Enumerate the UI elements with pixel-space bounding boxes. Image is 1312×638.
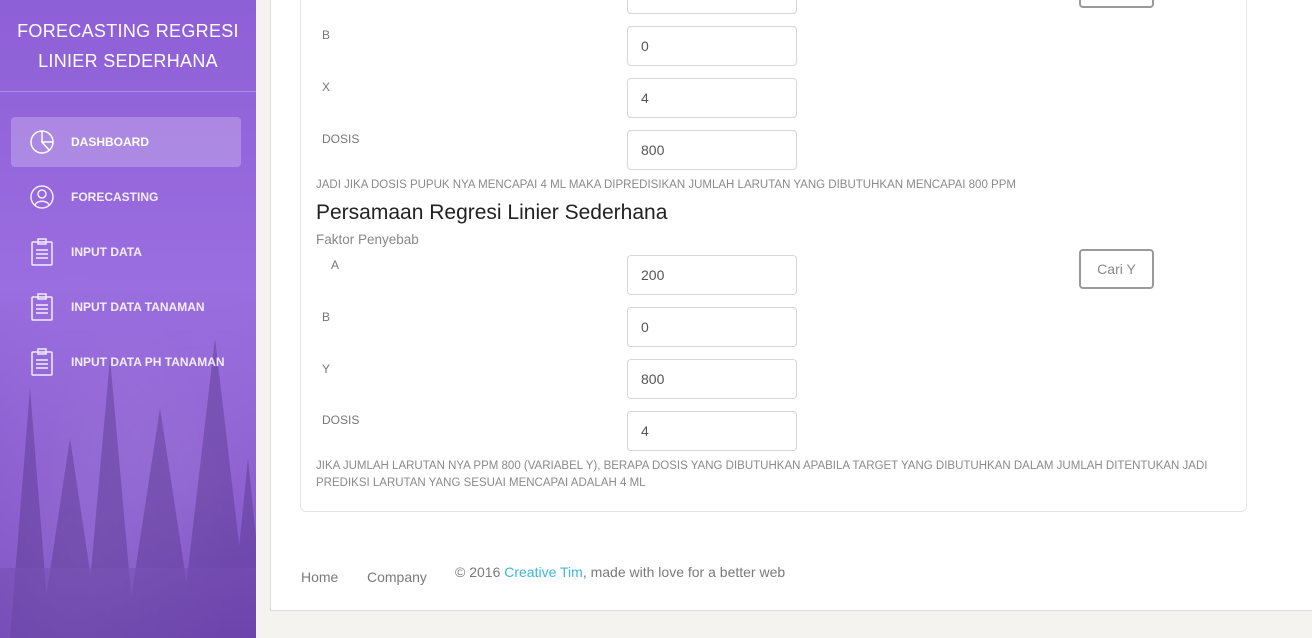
top-partial-input[interactable] bbox=[627, 0, 797, 14]
sidebar-item-input-data-ph-tanaman[interactable]: INPUT DATA PH TANAMAN bbox=[11, 337, 241, 387]
sidebar-item-label: INPUT DATA TANAMAN bbox=[71, 300, 205, 314]
copyright-suffix: , made with love for a better web bbox=[582, 564, 786, 580]
brand-line-1: FORECASTING REGRESI bbox=[17, 21, 239, 41]
brand-logo[interactable]: FORECASTING REGRESI LINIER SEDERHANA bbox=[0, 0, 256, 92]
field-a-input[interactable]: 200 bbox=[627, 255, 797, 295]
field-label-dosis: DOSIS bbox=[322, 132, 360, 146]
sidebar-item-dashboard[interactable]: DASHBOARD bbox=[11, 117, 241, 167]
field-x-input[interactable]: 4 bbox=[627, 78, 797, 118]
top-partial-button[interactable] bbox=[1079, 0, 1154, 8]
section-title: Persamaan Regresi Linier Sederhana bbox=[316, 201, 668, 224]
field-dosis-input[interactable]: 800 bbox=[627, 130, 797, 170]
result-note-2-line-1: JIKA JUMLAH LARUTAN NYA PPM 800 (VARIABE… bbox=[316, 460, 1208, 472]
sidebar: FORECASTING REGRESI LINIER SEDERHANA DAS… bbox=[0, 0, 256, 638]
field-label-x: X bbox=[322, 80, 331, 94]
field-dosis2-input[interactable]: 4 bbox=[627, 411, 797, 451]
field-label-a: A bbox=[331, 258, 340, 272]
cari-y-button[interactable]: Cari Y bbox=[1079, 249, 1154, 289]
sidebar-item-input-data-tanaman[interactable]: INPUT DATA TANAMAN bbox=[11, 282, 241, 332]
sidebar-item-input-data[interactable]: INPUT DATA bbox=[11, 227, 241, 277]
field-label-b: B bbox=[322, 310, 331, 324]
field-label-dosis: DOSIS bbox=[322, 413, 360, 427]
result-note-1: JADI JIKA DOSIS PUPUK NYA MENCAPAI 4 ML … bbox=[316, 179, 1016, 191]
brand-line-2: LINIER SEDERHANA bbox=[38, 51, 218, 71]
sidebar-nav: DASHBOARD FORECASTING INPUT DATA INPUT D… bbox=[11, 117, 241, 392]
field-b2-input[interactable]: 0 bbox=[627, 307, 797, 347]
user-icon bbox=[27, 182, 57, 212]
sidebar-item-label: INPUT DATA PH TANAMAN bbox=[71, 355, 225, 369]
sidebar-item-forecasting[interactable]: FORECASTING bbox=[11, 172, 241, 222]
result-note-2-line-2: PREDIKSI LARUTAN YANG SESUAI MENCAPAI AD… bbox=[316, 477, 646, 489]
section-subtitle: Faktor Penyebab bbox=[316, 232, 419, 247]
clipboard-icon bbox=[27, 292, 57, 322]
field-b-input[interactable]: 0 bbox=[627, 26, 797, 66]
sidebar-item-label: FORECASTING bbox=[71, 190, 159, 204]
creative-tim-link[interactable]: Creative Tim bbox=[504, 564, 583, 580]
clipboard-icon bbox=[27, 237, 57, 267]
copyright-prefix: © 2016 bbox=[455, 564, 505, 580]
footer-link-home[interactable]: Home bbox=[301, 569, 338, 585]
field-label-y: Y bbox=[322, 362, 331, 376]
sidebar-item-label: INPUT DATA bbox=[71, 245, 142, 259]
footer-copyright: © 2016 Creative Tim, made with love for … bbox=[455, 564, 785, 580]
clipboard-icon bbox=[27, 347, 57, 377]
sidebar-item-label: DASHBOARD bbox=[71, 135, 149, 149]
field-label-b: B bbox=[322, 28, 331, 42]
pie-chart-icon bbox=[27, 127, 57, 157]
footer-link-company[interactable]: Company bbox=[367, 569, 427, 585]
field-y-input[interactable]: 800 bbox=[627, 359, 797, 399]
